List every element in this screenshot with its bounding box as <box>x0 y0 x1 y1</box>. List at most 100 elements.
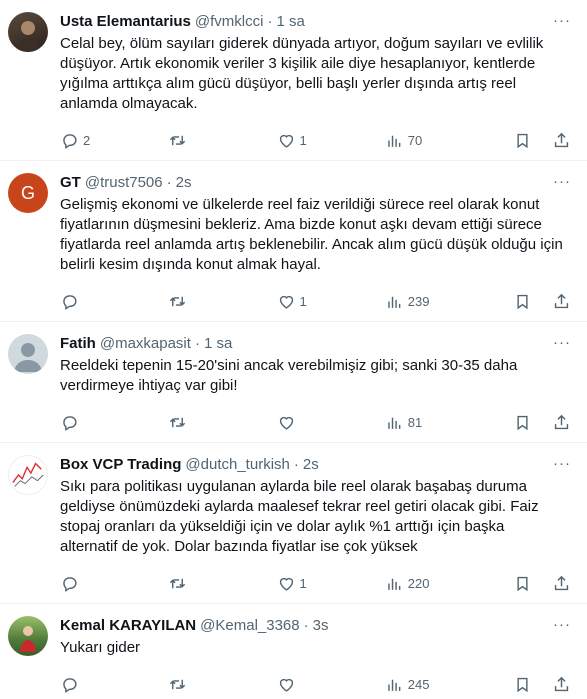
action-bar: 245 <box>60 664 571 699</box>
separator-dot: · <box>293 456 299 473</box>
separator-dot: · <box>267 13 273 30</box>
tweet[interactable]: Kemal KARAYILAN @Kemal_3368 · 3s Yukarı … <box>0 604 587 699</box>
more-options-icon[interactable]: ··· <box>553 12 571 29</box>
bookmark-button[interactable] <box>513 292 532 311</box>
reply-icon <box>60 292 79 311</box>
share-button[interactable] <box>552 413 571 432</box>
retweet-button[interactable] <box>168 131 228 150</box>
bookmark-icon <box>513 292 532 311</box>
reply-button[interactable] <box>60 574 120 593</box>
reply-button[interactable]: 2 <box>60 131 120 150</box>
bookmark-button[interactable] <box>513 675 532 694</box>
tweet-feed: Usta Elemantarius @fvmklcci · 1 sa Celal… <box>0 0 587 699</box>
retweet-button[interactable] <box>168 574 228 593</box>
tweet[interactable]: Fatih @maxkapasit · 1 sa Reeldeki tepeni… <box>0 322 587 443</box>
right-actions <box>493 413 571 432</box>
views-count: 81 <box>407 414 423 430</box>
views-icon <box>385 675 404 694</box>
timestamp[interactable]: 3s <box>313 616 329 636</box>
like-icon <box>277 413 296 432</box>
timestamp[interactable]: 2s <box>303 455 319 475</box>
avatar[interactable]: G <box>8 173 48 213</box>
share-button[interactable] <box>552 292 571 311</box>
action-bar: 81 <box>60 402 571 442</box>
tweet-content: GT @trust7506 · 2s Gelişmiş ekonomi ve ü… <box>60 173 571 321</box>
bookmark-button[interactable] <box>513 131 532 150</box>
retweet-button[interactable] <box>168 675 228 694</box>
timestamp[interactable]: 2s <box>176 173 192 193</box>
views-button[interactable]: 70 <box>385 131 445 150</box>
like-button[interactable] <box>277 413 337 432</box>
author-name[interactable]: Kemal KARAYILAN <box>60 616 196 636</box>
like-count: 1 <box>299 575 307 591</box>
like-button[interactable]: 1 <box>277 574 337 593</box>
timestamp[interactable]: 1 sa <box>276 12 304 32</box>
tweet-text: Celal bey, ölüm sayıları giderek dünyada… <box>60 35 548 112</box>
reply-button[interactable] <box>60 675 120 694</box>
author-handle[interactable]: @trust7506 <box>85 173 163 193</box>
author-name[interactable]: Box VCP Trading <box>60 455 181 475</box>
views-button[interactable]: 239 <box>385 292 445 311</box>
right-actions <box>493 292 571 311</box>
tweet[interactable]: Box VCP Trading @dutch_turkish · 2s Sıkı… <box>0 443 587 604</box>
tweet-header: Fatih @maxkapasit · 1 sa <box>60 334 571 354</box>
like-icon <box>277 675 296 694</box>
author-handle[interactable]: @dutch_turkish <box>185 455 289 475</box>
like-button[interactable] <box>277 675 337 694</box>
avatar[interactable] <box>8 455 48 495</box>
bookmark-button[interactable] <box>513 574 532 593</box>
author-handle[interactable]: @maxkapasit <box>100 334 191 354</box>
author-handle[interactable]: @fvmklcci <box>195 12 264 32</box>
author-name[interactable]: Fatih <box>60 334 96 354</box>
share-icon <box>552 675 571 694</box>
like-count: 1 <box>299 132 307 148</box>
chart-avatar-icon <box>12 462 44 487</box>
author-name[interactable]: Usta Elemantarius <box>60 12 191 32</box>
bookmark-icon <box>513 574 532 593</box>
share-icon <box>552 131 571 150</box>
right-actions <box>493 574 571 593</box>
author-name[interactable]: GT <box>60 173 81 193</box>
avatar[interactable] <box>8 616 48 656</box>
retweet-icon <box>168 574 187 593</box>
tweet-text: Gelişmiş ekonomi ve ülkelerde reel faiz … <box>60 196 567 273</box>
views-button[interactable]: 245 <box>385 675 445 694</box>
bookmark-icon <box>513 675 532 694</box>
timestamp[interactable]: 1 sa <box>204 334 232 354</box>
retweet-icon <box>168 131 187 150</box>
tweet[interactable]: Usta Elemantarius @fvmklcci · 1 sa Celal… <box>0 0 587 161</box>
reply-button[interactable] <box>60 413 120 432</box>
avatar[interactable] <box>8 334 48 374</box>
retweet-button[interactable] <box>168 292 228 311</box>
share-icon <box>552 574 571 593</box>
more-options-icon[interactable]: ··· <box>553 334 571 351</box>
more-options-icon[interactable]: ··· <box>553 455 571 472</box>
action-bar: 1 220 <box>60 563 571 603</box>
share-button[interactable] <box>552 675 571 694</box>
reply-button[interactable] <box>60 292 120 311</box>
action-bar: 1 239 <box>60 281 571 321</box>
share-button[interactable] <box>552 131 571 150</box>
more-options-icon[interactable]: ··· <box>553 616 571 633</box>
tweet[interactable]: G GT @trust7506 · 2s Gelişmiş ekonomi ve… <box>0 161 587 322</box>
author-handle[interactable]: @Kemal_3368 <box>200 616 299 636</box>
views-button[interactable]: 220 <box>385 574 445 593</box>
bookmark-icon <box>513 413 532 432</box>
bookmark-button[interactable] <box>513 413 532 432</box>
like-icon <box>277 574 296 593</box>
avatar-letter: G <box>20 182 35 203</box>
like-button[interactable]: 1 <box>277 131 337 150</box>
like-icon <box>277 131 296 150</box>
retweet-button[interactable] <box>168 413 228 432</box>
share-icon <box>552 413 571 432</box>
like-button[interactable]: 1 <box>277 292 337 311</box>
reply-icon <box>60 675 79 694</box>
separator-dot: · <box>303 617 309 634</box>
more-options-icon[interactable]: ··· <box>553 173 571 190</box>
right-actions <box>493 131 571 150</box>
share-button[interactable] <box>552 574 571 593</box>
views-button[interactable]: 81 <box>385 413 445 432</box>
views-count: 245 <box>407 676 430 692</box>
avatar[interactable] <box>8 12 48 52</box>
tweet-content: Usta Elemantarius @fvmklcci · 1 sa Celal… <box>60 12 571 160</box>
